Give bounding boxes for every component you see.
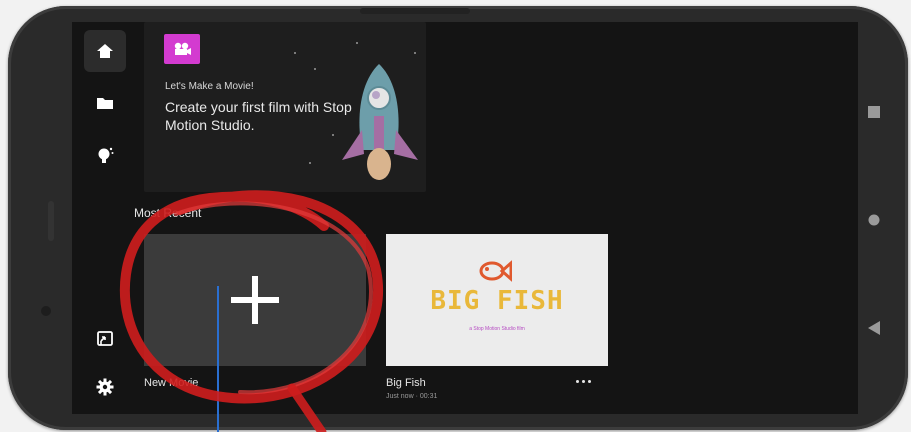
nav-rail (72, 22, 132, 414)
star (309, 162, 311, 164)
more-dot (587, 379, 591, 383)
front-camera (41, 306, 51, 316)
most-recent-heading: Most Recent (134, 206, 202, 220)
android-nav-bar (850, 40, 898, 390)
new-movie-label: New Movie (144, 377, 199, 389)
lightbulb-icon (98, 147, 114, 163)
big-fish-movie-tile[interactable]: BIG FISH a Stop Motion Studio film (386, 234, 608, 366)
star (414, 52, 416, 54)
gear-icon (96, 378, 114, 396)
app-screen: Let's Make a Movie! Create your first fi… (72, 22, 858, 414)
banner-subtitle: Let's Make a Movie! (165, 81, 254, 92)
cast-icon (97, 331, 113, 346)
nav-projects-button[interactable] (84, 82, 126, 124)
nav-settings-button[interactable] (84, 366, 126, 408)
rocket-icon (342, 64, 418, 180)
nav-home-button[interactable] (84, 30, 126, 72)
fish-logo-icon (479, 260, 512, 282)
circle-icon (868, 214, 880, 226)
more-dot (575, 379, 579, 383)
big-fish-label: Big Fish (386, 377, 426, 389)
new-movie-tile[interactable] (144, 234, 366, 366)
star (356, 42, 358, 44)
nav-cast-button[interactable] (84, 318, 126, 360)
square-icon (868, 106, 880, 118)
home-icon (97, 44, 113, 58)
triangle-back-icon (868, 321, 880, 335)
more-options-button[interactable] (570, 374, 596, 388)
more-dot (581, 379, 585, 383)
back-button[interactable] (862, 316, 886, 340)
folder-icon (97, 98, 113, 109)
recents-button[interactable] (862, 100, 886, 124)
home-nav-button[interactable] (862, 208, 886, 232)
film-reel-icon (164, 34, 200, 64)
nav-ideas-button[interactable] (84, 134, 126, 176)
screenshot: Let's Make a Movie! Create your first fi… (0, 0, 911, 432)
power-button (360, 8, 470, 14)
big-fish-thumbnail-subtitle: a Stop Motion Studio film (469, 326, 525, 332)
welcome-banner[interactable]: Let's Make a Movie! Create your first fi… (144, 22, 426, 192)
big-fish-thumbnail-title: BIG FISH (430, 286, 564, 316)
big-fish-meta: Just now · 00:31 (386, 393, 438, 400)
plus-icon (231, 276, 279, 324)
star (314, 68, 316, 70)
volume-button (48, 201, 54, 241)
star (294, 52, 296, 54)
